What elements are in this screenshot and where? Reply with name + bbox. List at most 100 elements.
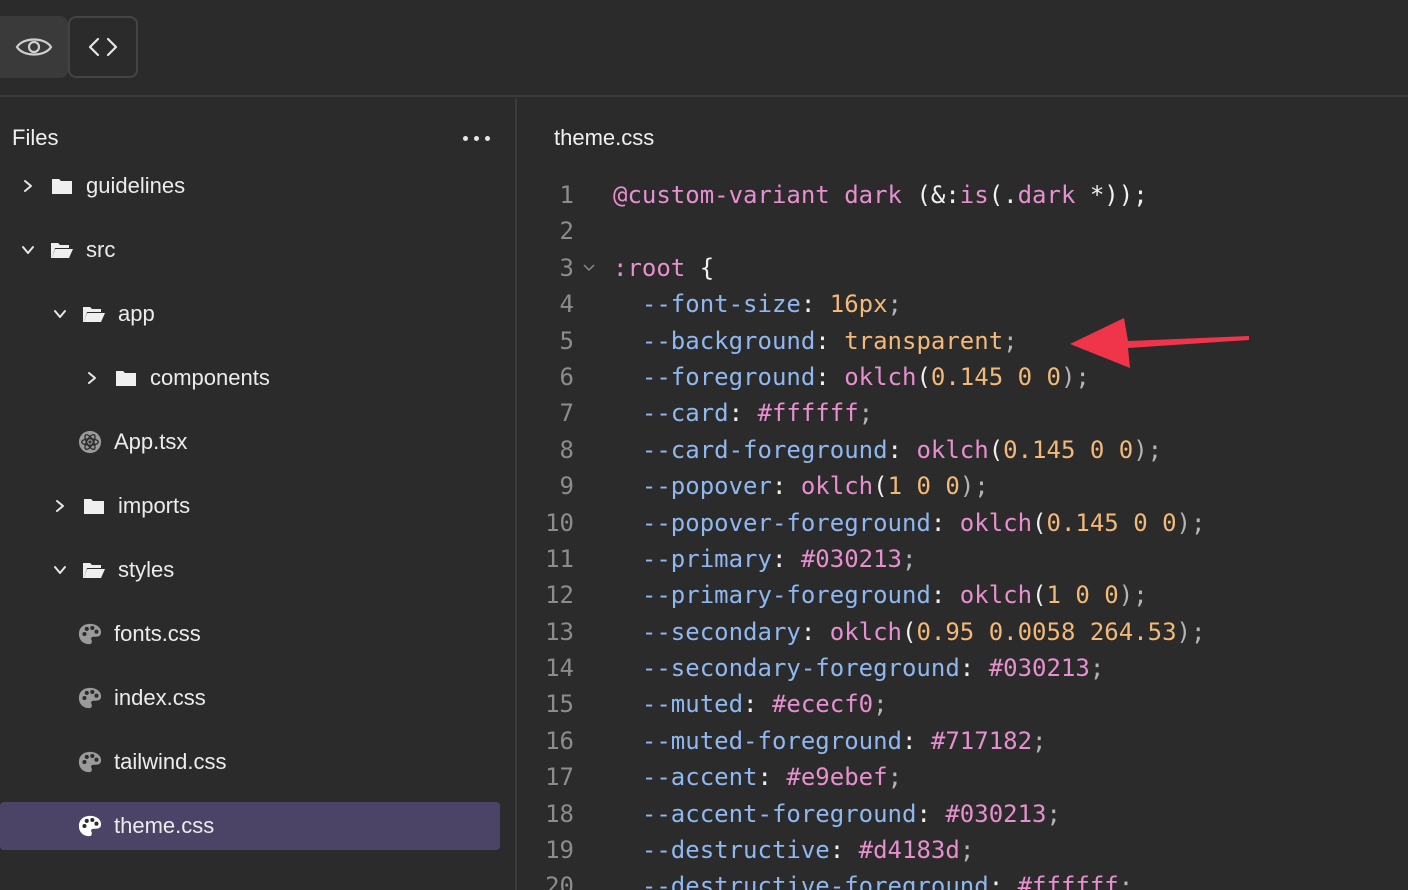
preview-button[interactable] [0,16,68,78]
code-token: --destructive-foreground [613,872,989,890]
file-tree-item[interactable]: styles [52,546,174,594]
more-horizontal-icon [462,135,468,141]
line-number: 10 [545,508,574,537]
top-toolbar [0,0,1408,97]
code-line[interactable]: 20 --destructive-foreground: #ffffff; [519,868,1408,890]
code-token: --accent [613,763,758,792]
red-arrow-annotation [1070,318,1249,368]
editor-filename: theme.css [554,125,655,150]
chevron-down-icon[interactable] [52,306,68,322]
code-token: : [728,399,758,428]
code-token: (&: [902,181,960,209]
file-tree-item-label: index.css [114,685,206,710]
code-token: ); [959,472,989,501]
file-tree-item-label: imports [118,493,191,518]
code-lines[interactable]: 1 @custom-variant dark (&:is(.dark *)); 2 3… [519,177,1408,890]
code-text: --destructive-foreground: #ffffff; [613,868,1133,890]
line-number: 9 [559,472,574,501]
file-tree-item[interactable]: tailwind.css [78,738,226,786]
code-token: : [815,326,845,355]
code-text: --muted: #ececf0; [613,686,888,722]
eye-icon [15,38,53,56]
code-token: #030213 [945,799,1047,828]
code-text: --popover-foreground: oklch(0.145 0 0); [613,505,1206,541]
code-line[interactable]: 13 --secondary: oklch(0.95 0.0058 264.53… [519,614,1408,650]
code-token: --font-size [613,290,801,319]
code-text: --popover: oklch(1 0 0); [613,468,989,504]
code-token: (. [988,181,1018,209]
code-token: : [757,763,787,792]
chevron-right-icon[interactable] [84,370,100,386]
palette-icon [78,622,102,646]
file-tree-item-label: styles [118,557,175,582]
file-tree-item[interactable]: app [52,290,155,338]
code-token: : [800,290,830,319]
code-view-button[interactable] [68,16,138,78]
line-number: 11 [545,544,574,573]
chevron-down-icon[interactable] [20,242,36,258]
code-line[interactable]: 7 --card: #ffffff; [519,395,1408,431]
chevron-right-icon[interactable] [52,498,68,514]
code-line[interactable]: 18 --accent-foreground: #030213; [519,796,1408,832]
file-tree-item[interactable]: index.css [78,674,206,722]
code-token: : [930,581,960,610]
code-token: 0.145 0 0 [1046,508,1177,537]
file-tree-item[interactable]: imports [52,482,190,530]
line-number: 15 [545,690,574,719]
code-token: ); [1118,581,1148,610]
code-editor[interactable]: theme.css 1 @custom-variant dark (&:is(.d… [519,98,1408,890]
code-token: : [771,544,801,573]
code-line[interactable]: 9 --popover: oklch(1 0 0); [519,468,1408,504]
code-token: --accent-foreground [613,799,917,828]
code-line[interactable]: 14 --secondary-foreground: #030213; [519,650,1408,686]
code-token: --secondary-foreground [613,654,960,683]
file-tree-item[interactable]: components [84,354,270,402]
react-icon [78,430,102,454]
code-line[interactable]: 6 --foreground: oklch(0.145 0 0); [519,359,1408,395]
file-tree-item[interactable]: guidelines [20,162,185,210]
line-number: 17 [545,763,574,792]
code-line[interactable]: 10 --popover-foreground: oklch(0.145 0 0… [519,505,1408,541]
code-token: --muted-foreground [613,726,902,755]
line-number: 14 [545,654,574,683]
chevron-down-icon[interactable] [52,562,68,578]
sidebar-title: Files [12,125,59,150]
code-token: --secondary [613,617,801,646]
file-tree-item-label: guidelines [86,173,186,198]
code-line[interactable]: 2 [519,213,1408,249]
code-token: #ececf0 [771,690,874,719]
code-line[interactable]: 15 --muted: #ececf0; [519,686,1408,722]
code-line[interactable]: 1 @custom-variant dark (&:is(.dark *)); [519,177,1408,213]
code-text: --font-size: 16px; [613,286,902,322]
fold-chevron-icon[interactable] [583,250,595,286]
code-token: 16px [829,290,888,319]
code-line[interactable]: 5 --background: transparent; [519,323,1408,359]
line-number: 20 [545,872,574,890]
file-tree-item-label: app [118,301,155,326]
code-line[interactable]: 4 --font-size: 16px; [519,286,1408,322]
line-number: 18 [545,799,574,828]
file-tree-item[interactable]: theme.css [0,802,500,850]
code-line[interactable]: 8 --card-foreground: oklch(0.145 0 0); [519,432,1408,468]
chevron-right-icon[interactable] [20,178,36,194]
code-line[interactable]: 17 --accent: #e9ebef; [519,759,1408,795]
file-tree-item[interactable]: fonts.css [78,610,201,658]
line-number: 4 [559,290,574,319]
code-line[interactable]: 3:root { [519,250,1408,286]
code-token: 1 0 0 [887,472,960,501]
code-token: : [815,362,845,391]
code-line[interactable]: 12 --primary-foreground: oklch(1 0 0); [519,577,1408,613]
code-text: --secondary-foreground: #030213; [613,650,1104,686]
more-options-button[interactable] [456,128,496,148]
code-line[interactable]: 16 --muted-foreground: #717182; [519,723,1408,759]
file-tree-item[interactable]: src [20,226,115,274]
code-token: ; [1046,799,1061,828]
code-token: oklch [800,472,874,501]
code-line[interactable]: 19 --destructive: #d4183d; [519,832,1408,868]
code-line[interactable]: 11 --primary: #030213; [519,541,1408,577]
folder-open-icon [82,302,106,326]
code-token: : [988,872,1018,890]
code-token: ( [1032,508,1047,537]
code-text: :root { [613,250,714,286]
file-tree-item[interactable]: App.tsx [78,418,187,466]
